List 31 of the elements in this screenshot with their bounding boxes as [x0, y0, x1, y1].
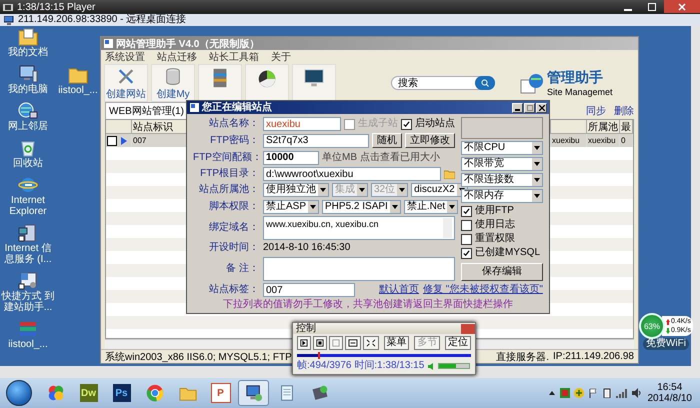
- clock-date: 2014/8/10: [648, 393, 692, 404]
- logo-title: 管理助手: [547, 69, 604, 87]
- status-text: IP:211.149.206.98: [553, 351, 634, 362]
- usage-gauge: 63%: [639, 313, 665, 339]
- table-cell: xuexibu: [551, 134, 587, 147]
- logo-subtitle: Site Managemet: [547, 87, 613, 97]
- field-label: 备 注：: [225, 262, 259, 275]
- field-label: 开设时间：: [208, 242, 259, 254]
- table-cell: xuexibu: [587, 134, 620, 147]
- player-title: 1:38/13:15 Player: [17, 2, 96, 12]
- field-label: 站点名称：: [208, 118, 259, 130]
- status-text: 直接服务器.: [496, 350, 549, 364]
- remote-desktop-title: 211.149.206.98:33890 - 远程桌面连接: [18, 14, 186, 26]
- field-label: 脚本权限：: [208, 200, 259, 213]
- table-cell: 007: [132, 134, 188, 147]
- field-label: FTP空间配额：: [193, 152, 259, 164]
- quota-note: 单位MB 点击查看已用大小: [322, 152, 440, 164]
- dialog-title: 您正在编辑站点: [202, 102, 272, 114]
- created-time: 2014-8-10 16:45:30: [263, 242, 352, 254]
- footer-note: 下拉列表的值请勿手工修改，共享池创建请返回主界面快捷栏操作: [222, 298, 514, 312]
- field-label: 绑定域名：: [208, 222, 259, 234]
- field-label: 站点标签：: [208, 284, 259, 296]
- clock-time: 16:54: [657, 382, 682, 393]
- status-text: 系统win2003_x86 IIS6.0; MYSQL5.1; FTP: [105, 350, 292, 364]
- field-label: 站点所属池：: [198, 184, 259, 196]
- window-title: 网站管理助手 V4.0（无限制版）: [116, 38, 260, 50]
- table-cell: 0: [620, 134, 633, 147]
- playback-status: 帧:494/3976 时间:1:38/13:15: [297, 360, 424, 372]
- field-label: FTP根目录：: [199, 168, 259, 180]
- field-label: FTP密码：: [209, 134, 259, 147]
- panel-title: 控制: [296, 323, 316, 334]
